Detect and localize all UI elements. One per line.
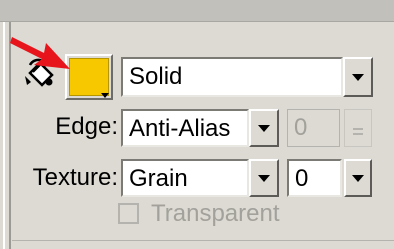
texture-amount-value: 0 [295, 165, 309, 192]
edge-amount-slider-button [344, 109, 372, 147]
edge-value: Anti-Alias [129, 115, 231, 142]
transparent-label: Transparent [151, 200, 280, 227]
texture-dropdown-button[interactable] [249, 159, 279, 197]
top-strip [0, 0, 394, 22]
chevron-down-icon [258, 175, 270, 182]
texture-amount-dropdown-button[interactable] [344, 159, 372, 197]
edge-label: Edge: [55, 113, 118, 140]
chevron-down-icon [352, 74, 364, 81]
texture-amount-field[interactable]: 0 [287, 159, 342, 197]
edge-amount-value: 0 [294, 114, 308, 141]
edge-dropdown-button[interactable] [249, 109, 279, 147]
fill-style-dropdown-button[interactable] [343, 57, 373, 97]
divider [12, 240, 394, 241]
fill-style-value: Solid [129, 63, 183, 90]
swatch-dropdown-icon [101, 93, 109, 98]
chevron-down-icon [352, 175, 364, 182]
texture-select[interactable]: Grain [121, 159, 249, 197]
transparent-checkbox[interactable] [118, 203, 139, 224]
texture-label: Texture: [32, 164, 118, 191]
red-arrow-icon [10, 37, 70, 69]
fill-style-select[interactable]: Solid [121, 57, 343, 97]
texture-value: Grain [129, 165, 188, 192]
edge-select[interactable]: Anti-Alias [121, 109, 249, 147]
swatch-color-fill [69, 58, 109, 96]
edge-amount-field: 0 [287, 109, 340, 147]
chevron-down-icon [258, 125, 270, 132]
slider-icon [353, 128, 363, 130]
